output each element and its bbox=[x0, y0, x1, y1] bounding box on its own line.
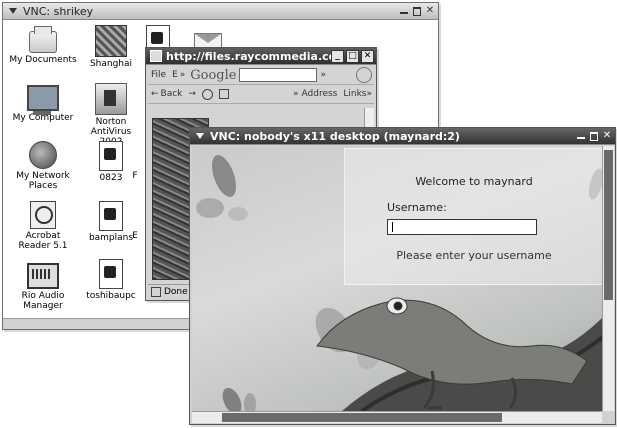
butterfly-bottom-left bbox=[222, 387, 256, 411]
icon-label: My Network Places bbox=[16, 171, 70, 191]
desktop-icon-toshibaupc[interactable]: toshibaupc bbox=[73, 259, 149, 301]
text-caret bbox=[392, 222, 393, 232]
image-file-icon bbox=[99, 201, 123, 231]
links-label[interactable]: Links bbox=[343, 89, 366, 99]
maximize-icon[interactable] bbox=[589, 131, 599, 141]
maximize-icon[interactable]: □ bbox=[346, 49, 359, 63]
audio-icon bbox=[27, 263, 59, 289]
desktop-icon-my-network-places[interactable]: My Network Places bbox=[5, 141, 81, 191]
shrikey-title: VNC: shrikey bbox=[23, 4, 94, 18]
google-search-input[interactable] bbox=[239, 68, 318, 82]
folder-icon bbox=[29, 26, 57, 53]
minimize-icon[interactable]: _ bbox=[331, 49, 344, 63]
desktop-icon-truncated-e[interactable]: E bbox=[125, 231, 145, 241]
vnc-horizontal-scroll-thumb[interactable] bbox=[222, 413, 502, 422]
back-button[interactable]: Back bbox=[161, 89, 183, 99]
links-chevron[interactable]: » bbox=[366, 89, 372, 99]
login-hint-text: Please enter your username bbox=[396, 249, 552, 262]
status-text: Done bbox=[164, 286, 188, 297]
browser-title: http://files.raycommedia.com bbox=[166, 49, 331, 63]
icon-label: F bbox=[132, 171, 138, 181]
username-label: Username: bbox=[387, 201, 447, 214]
image-file-icon bbox=[99, 141, 123, 171]
vnc-titlebar[interactable]: VNC: nobody's x11 desktop (maynard:2) bbox=[190, 128, 615, 145]
icon-label: My Documents bbox=[9, 55, 77, 65]
window-menu-icon[interactable] bbox=[7, 5, 19, 17]
menu-chevron[interactable]: » bbox=[180, 70, 186, 80]
browser-titlebar[interactable]: http://files.raycommedia.com _ □ ✕ bbox=[146, 48, 376, 65]
desktop-icon-norton[interactable]: Norton AntiVirus 2002 bbox=[73, 83, 149, 147]
icon-label: Rio Audio Manager bbox=[21, 291, 65, 311]
window-menu-icon[interactable] bbox=[194, 130, 206, 142]
remote-desktop-background: Welcome to maynard Username: Please ente… bbox=[192, 146, 602, 411]
maximize-icon[interactable] bbox=[412, 6, 422, 16]
antivirus-icon bbox=[95, 83, 127, 115]
icon-label: toshibaupc bbox=[86, 291, 136, 301]
icon-label: Shanghai bbox=[89, 59, 133, 69]
icon-label: Acrobat Reader 5.1 bbox=[18, 231, 68, 251]
desktop-icon-acrobat[interactable]: Acrobat Reader 5.1 bbox=[5, 201, 81, 251]
search-icon[interactable] bbox=[356, 67, 372, 83]
forward-button[interactable]: → bbox=[188, 89, 196, 99]
menu-file[interactable]: File bbox=[151, 70, 166, 80]
username-input[interactable] bbox=[387, 219, 537, 235]
desktop-icon-my-documents[interactable]: My Documents bbox=[5, 25, 81, 65]
menu-e[interactable]: E bbox=[172, 70, 178, 80]
vnc-horizontal-scrollbar[interactable] bbox=[192, 411, 602, 423]
address-label[interactable]: Address bbox=[302, 89, 338, 99]
browser-menubar: File E » Google » bbox=[148, 66, 374, 85]
butterfly-top-left bbox=[196, 155, 248, 221]
google-chevron[interactable]: » bbox=[320, 70, 326, 80]
vnc-title: VNC: nobody's x11 desktop (maynard:2) bbox=[210, 129, 460, 143]
page-status-icon bbox=[151, 286, 161, 297]
close-icon[interactable]: ✕ bbox=[361, 49, 374, 63]
minimize-icon[interactable] bbox=[399, 6, 409, 16]
back-icon[interactable]: ← bbox=[151, 89, 159, 99]
browser-app-icon bbox=[150, 50, 162, 62]
browser-toolbar: ← Back → » Address Links » bbox=[148, 85, 374, 104]
google-logo: Google bbox=[190, 67, 237, 83]
toolbar-chevron[interactable]: » bbox=[293, 89, 299, 99]
vnc-maynard-window: VNC: nobody's x11 desktop (maynard:2) ✕ … bbox=[189, 127, 616, 425]
photo-icon bbox=[95, 25, 127, 57]
icon-label: E bbox=[132, 231, 138, 241]
login-welcome-text: Welcome to maynard bbox=[415, 175, 533, 188]
desktop-icon-my-computer[interactable]: My Computer bbox=[5, 83, 81, 123]
login-panel: Welcome to maynard Username: Please ente… bbox=[344, 148, 602, 285]
network-icon bbox=[29, 141, 57, 169]
computer-icon bbox=[27, 85, 59, 115]
home-icon[interactable] bbox=[218, 89, 229, 99]
close-icon[interactable] bbox=[425, 6, 435, 16]
acrobat-icon bbox=[30, 201, 56, 229]
image-file-icon bbox=[99, 259, 123, 289]
desktop-icon-truncated-f[interactable]: F bbox=[125, 171, 145, 181]
vnc-vertical-scrollbar[interactable] bbox=[602, 146, 614, 411]
close-icon[interactable] bbox=[602, 131, 612, 141]
minimize-icon[interactable] bbox=[576, 131, 586, 141]
vnc-vertical-scroll-thumb[interactable] bbox=[604, 150, 613, 300]
desktop-icon-rio-audio[interactable]: Rio Audio Manager bbox=[5, 259, 81, 311]
shrikey-titlebar[interactable]: VNC: shrikey bbox=[3, 3, 438, 20]
refresh-icon[interactable] bbox=[201, 88, 213, 100]
